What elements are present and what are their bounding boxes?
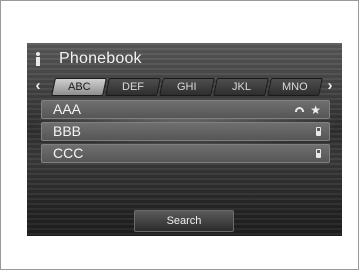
- mobile-icon: [316, 149, 321, 158]
- alphabet-tabs: ‹ ABC DEF GHI JKL MNO ›: [27, 77, 342, 96]
- tab-ghi[interactable]: GHI: [159, 78, 215, 96]
- phone-icon: [295, 107, 305, 112]
- contact-row[interactable]: BBB: [41, 122, 330, 141]
- chevron-left-icon[interactable]: ‹: [31, 77, 45, 95]
- contact-name: CCC: [53, 145, 84, 161]
- tab-mno[interactable]: MNO: [267, 78, 323, 96]
- tab-abc[interactable]: ABC: [51, 78, 107, 96]
- info-icon[interactable]: [35, 52, 41, 66]
- header: Phonebook: [27, 43, 342, 73]
- phonebook-screen: Phonebook ‹ ABC DEF GHI JKL MNO › AAA ★ …: [27, 43, 342, 236]
- star-icon: ★: [310, 102, 321, 117]
- page-title: Phonebook: [59, 50, 142, 67]
- contact-name: AAA: [53, 101, 82, 117]
- contact-row[interactable]: CCC: [41, 144, 330, 163]
- contact-name: BBB: [53, 123, 82, 139]
- page-frame: Phonebook ‹ ABC DEF GHI JKL MNO › AAA ★ …: [0, 0, 359, 270]
- search-button[interactable]: Search: [134, 210, 234, 232]
- tab-jkl[interactable]: JKL: [213, 78, 269, 96]
- tab-def[interactable]: DEF: [105, 78, 161, 96]
- contact-row[interactable]: AAA ★: [41, 100, 330, 119]
- mobile-icon: [316, 127, 321, 136]
- contact-list: AAA ★ BBB CCC: [41, 100, 330, 166]
- chevron-right-icon[interactable]: ›: [323, 77, 337, 95]
